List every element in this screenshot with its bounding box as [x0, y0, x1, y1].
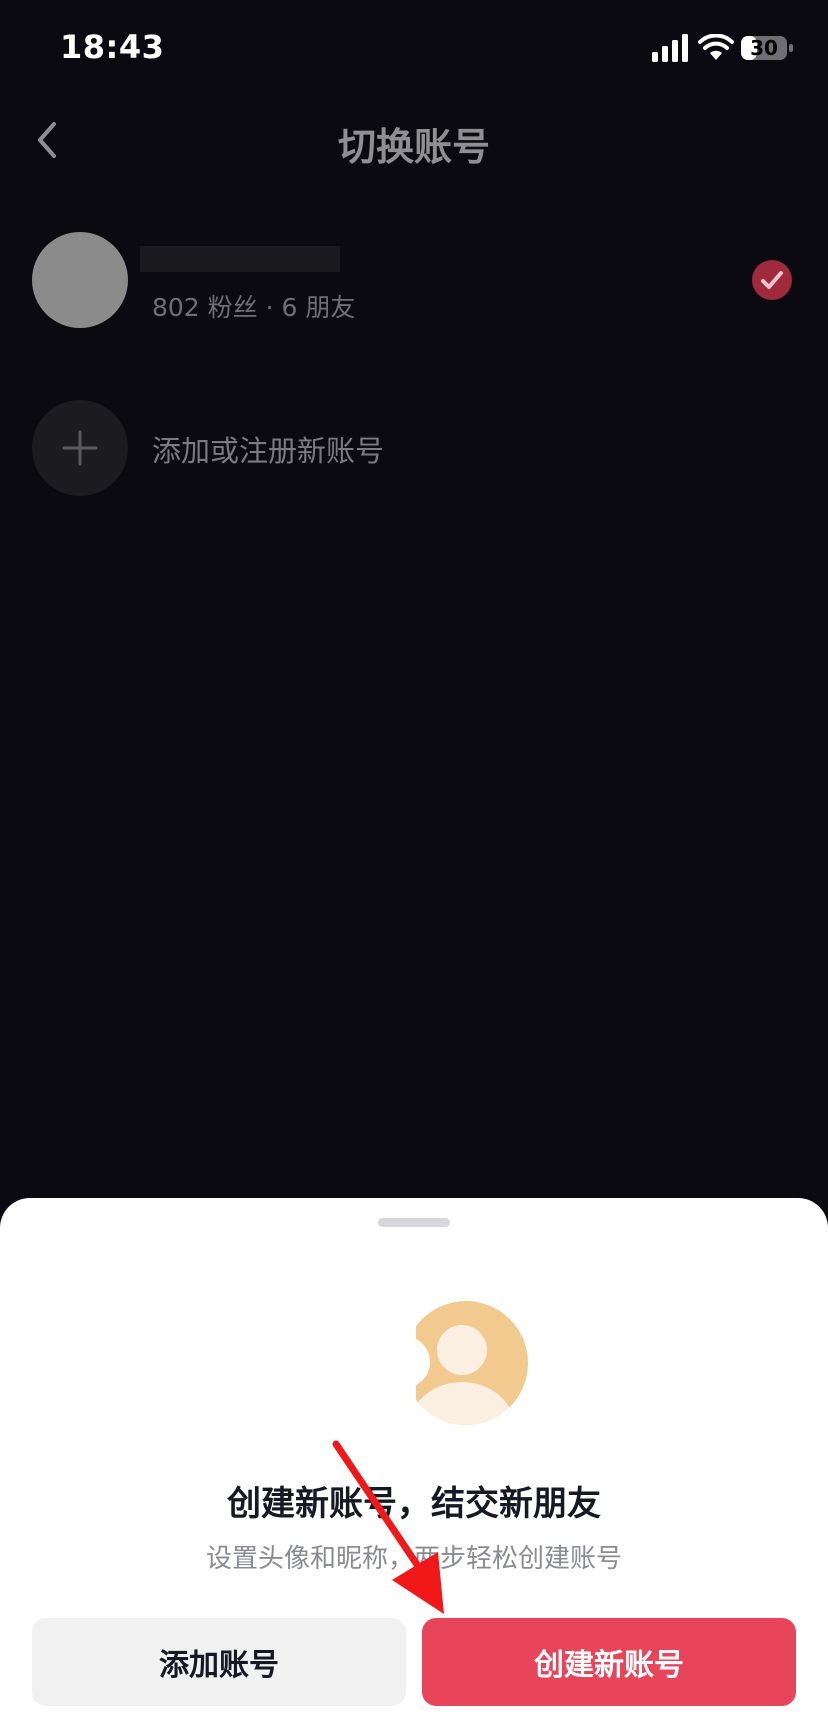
check-circle-icon: [752, 260, 792, 300]
status-bar: 18:43 30: [0, 0, 828, 100]
add-account-label: 添加或注册新账号: [152, 434, 385, 468]
cellular-signal-icon: [652, 34, 688, 62]
drag-handle[interactable]: [378, 1218, 450, 1227]
avatar: [32, 232, 128, 328]
bottom-sheet: 创建新账号，结交新朋友 设置头像和昵称，两步轻松创建账号 添加账号 创建新账号: [0, 1198, 828, 1716]
page-title: 切换账号: [337, 125, 490, 169]
sheet-title: 创建新账号，结交新朋友: [227, 1484, 601, 1524]
battery-icon: 30: [740, 34, 794, 62]
avatar-placeholder-illustration: [404, 1296, 528, 1430]
plus-icon: [62, 430, 98, 466]
account-row[interactable]: 802 粉丝 · 6 朋友: [0, 220, 828, 340]
switch-account-screen: 18:43 30 切换账号 802 粉丝 · 6 朋友 添加或注册新账号 创建新…: [0, 0, 828, 1716]
battery-level: 30: [750, 36, 778, 60]
username-redacted: [140, 246, 340, 272]
account-stats: 802 粉丝 · 6 朋友: [152, 293, 356, 322]
sheet-subtitle: 设置头像和昵称，两步轻松创建账号: [205, 1544, 622, 1574]
add-account-circle: [32, 400, 128, 496]
wifi-icon: [698, 34, 734, 60]
status-time: 18:43: [60, 28, 165, 66]
create-account-button[interactable]: 创建新账号: [422, 1618, 796, 1706]
add-account-row[interactable]: 添加或注册新账号: [0, 396, 828, 496]
nav-header: 切换账号: [0, 100, 828, 180]
add-account-button[interactable]: 添加账号: [32, 1618, 406, 1706]
